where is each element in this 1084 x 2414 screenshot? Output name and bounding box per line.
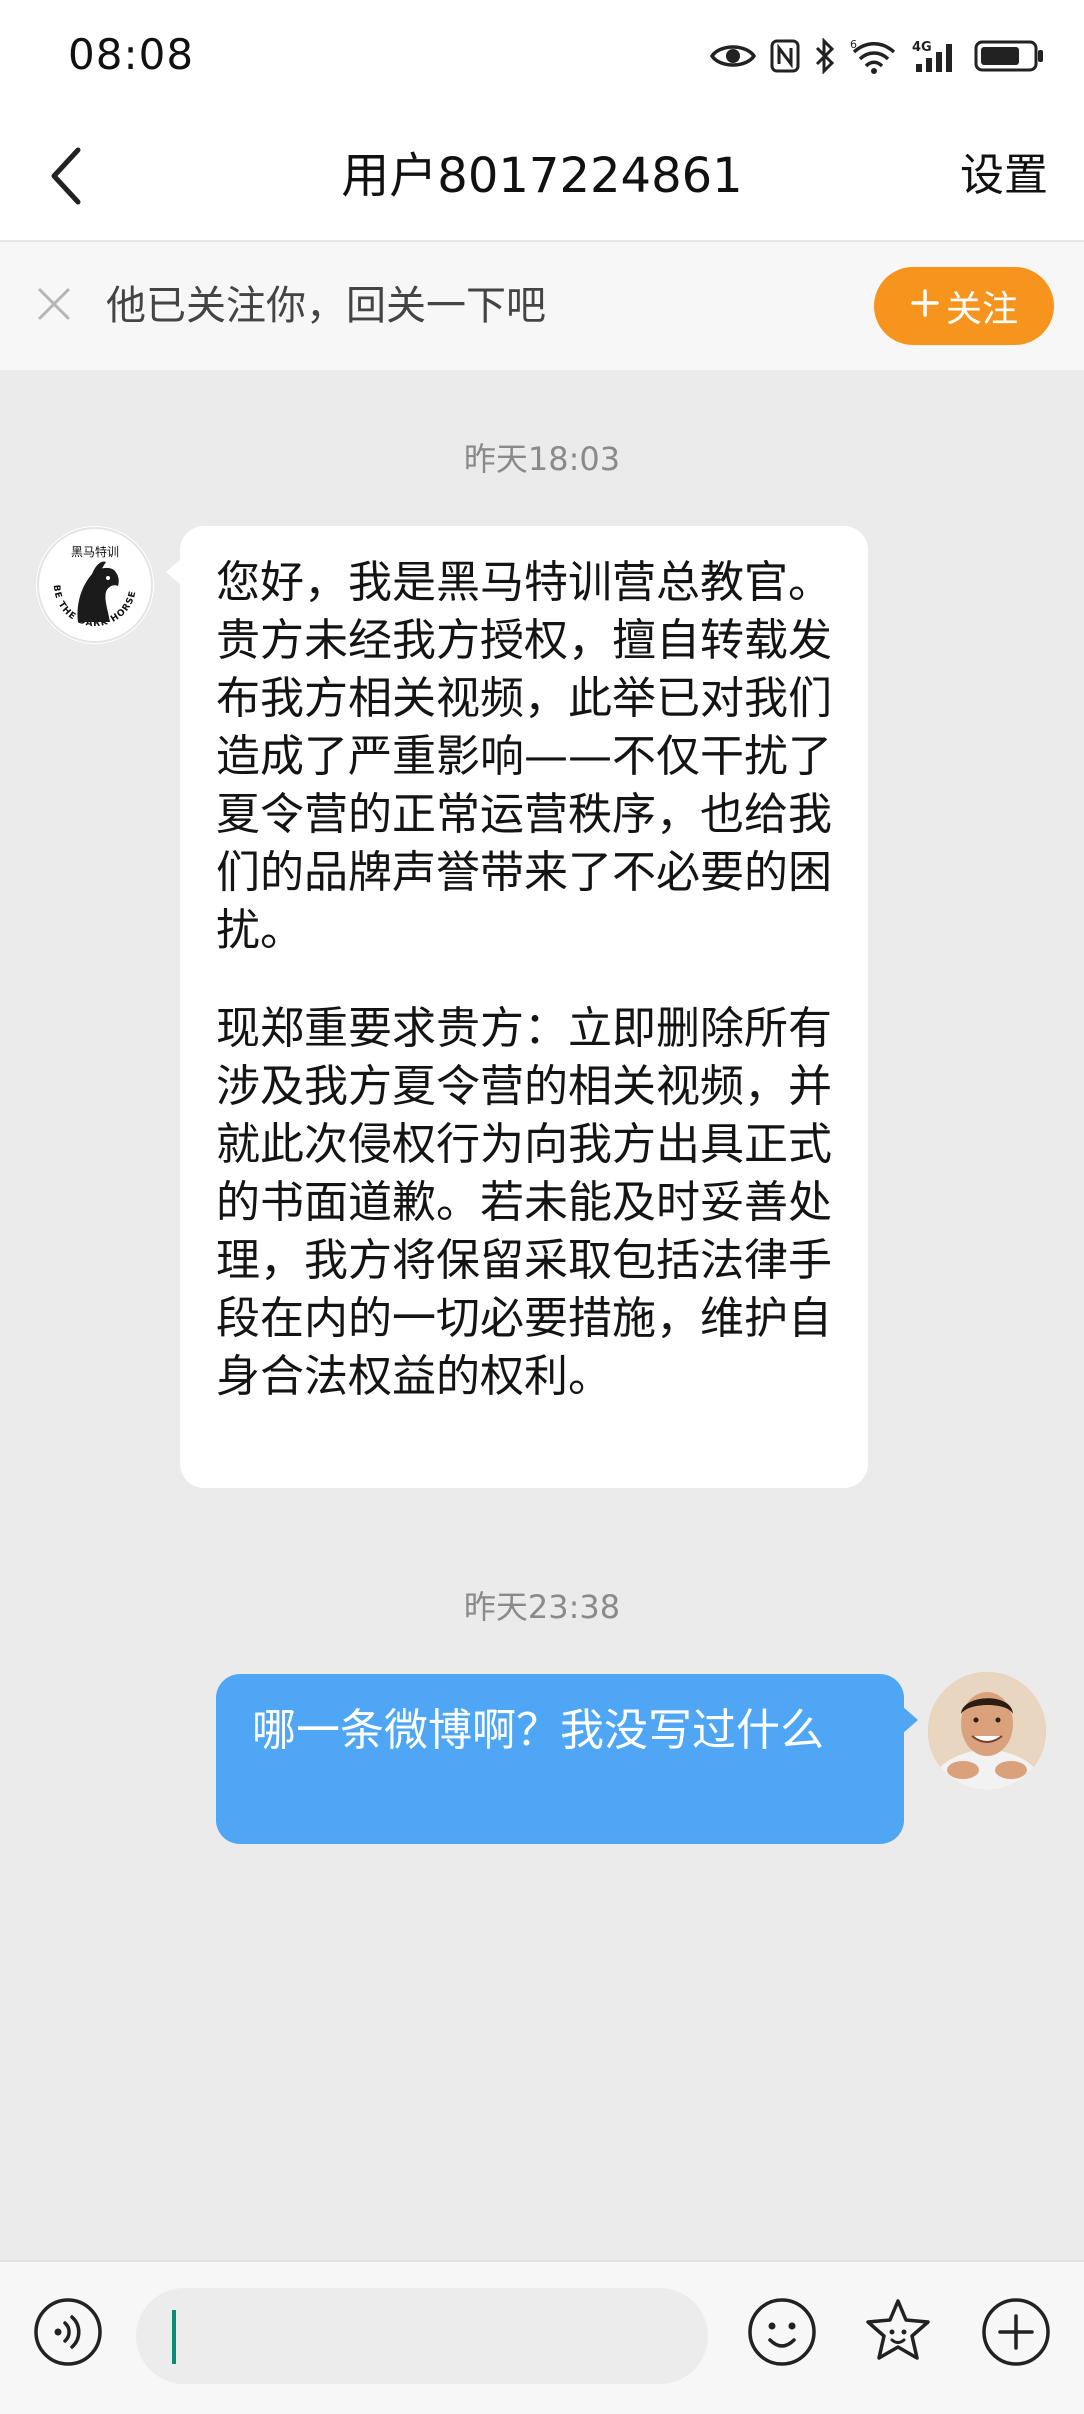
user-avatar[interactable]: [928, 1672, 1046, 1790]
follow-button-label: 关注: [945, 289, 1018, 330]
title-bar: 用户8017224861 设置: [0, 116, 1084, 242]
status-icons: 6 4G: [710, 34, 1044, 78]
message-input[interactable]: [136, 2288, 708, 2384]
input-bar: [0, 2260, 1084, 2414]
status-bar: 08:08 6 4G: [0, 0, 1084, 116]
message-timestamp: 昨天23:38: [463, 1588, 621, 1626]
page-title: 用户8017224861: [341, 148, 743, 204]
emoji-icon: [746, 2298, 818, 2372]
bluetooth-icon: [814, 38, 836, 74]
close-icon: [36, 286, 72, 326]
follow-banner: 他已关注你，回关一下吧 关注: [0, 242, 1084, 370]
plus-circle-icon: [980, 2298, 1052, 2372]
eye-icon: [710, 41, 756, 71]
nfc-icon: [770, 39, 800, 73]
plus-icon: [910, 286, 940, 327]
sender-avatar[interactable]: BE THE DARK HORSE 黑马特训: [36, 526, 154, 644]
sent-message-bubble[interactable]: 哪一条微博啊？我没写过什么: [216, 1674, 918, 1844]
message-paragraph: 哪一条微博啊？我没写过什么: [252, 1705, 824, 1756]
avatar-text: 黑马特训: [71, 544, 119, 559]
more-button[interactable]: [980, 2296, 1052, 2368]
settings-button[interactable]: 设置: [960, 140, 1048, 212]
signal-4g-icon: 4G: [912, 38, 960, 74]
voice-button[interactable]: [32, 2296, 104, 2368]
emoji-button[interactable]: [746, 2296, 818, 2368]
network-label: 4G: [912, 40, 932, 55]
chevron-left-icon: [46, 146, 86, 210]
received-message-bubble[interactable]: 您好，我是黑马特训营总教官。贵方未经我方授权，擅自转载发布我方相关视频，此举已对…: [166, 526, 868, 1488]
sticker-icon: [862, 2299, 934, 2372]
voice-icon: [32, 2298, 104, 2372]
text-caret: [172, 2310, 176, 2364]
chat-area[interactable]: 昨天18:03 BE THE DARK HORSE 黑马特训 您好，我是黑马特训…: [0, 370, 1084, 2260]
wifi-label: 6: [850, 38, 857, 51]
status-time: 08:08: [68, 30, 195, 79]
back-button[interactable]: [30, 142, 102, 214]
wifi-icon: 6: [850, 38, 898, 74]
message-paragraph: 现郑重要求贵方：立即删除所有涉及我方夏令营的相关视频，并就此次侵权行为向我方出具…: [216, 1003, 832, 1402]
follow-button[interactable]: 关注: [874, 267, 1054, 345]
sticker-button[interactable]: [862, 2296, 934, 2368]
banner-close-button[interactable]: [30, 282, 78, 330]
message-timestamp: 昨天18:03: [463, 440, 621, 478]
follow-prompt-text: 他已关注你，回关一下吧: [106, 283, 546, 329]
battery-icon: [974, 38, 1044, 74]
message-paragraph: 您好，我是黑马特训营总教官。贵方未经我方授权，擅自转载发布我方相关视频，此举已对…: [216, 557, 832, 956]
